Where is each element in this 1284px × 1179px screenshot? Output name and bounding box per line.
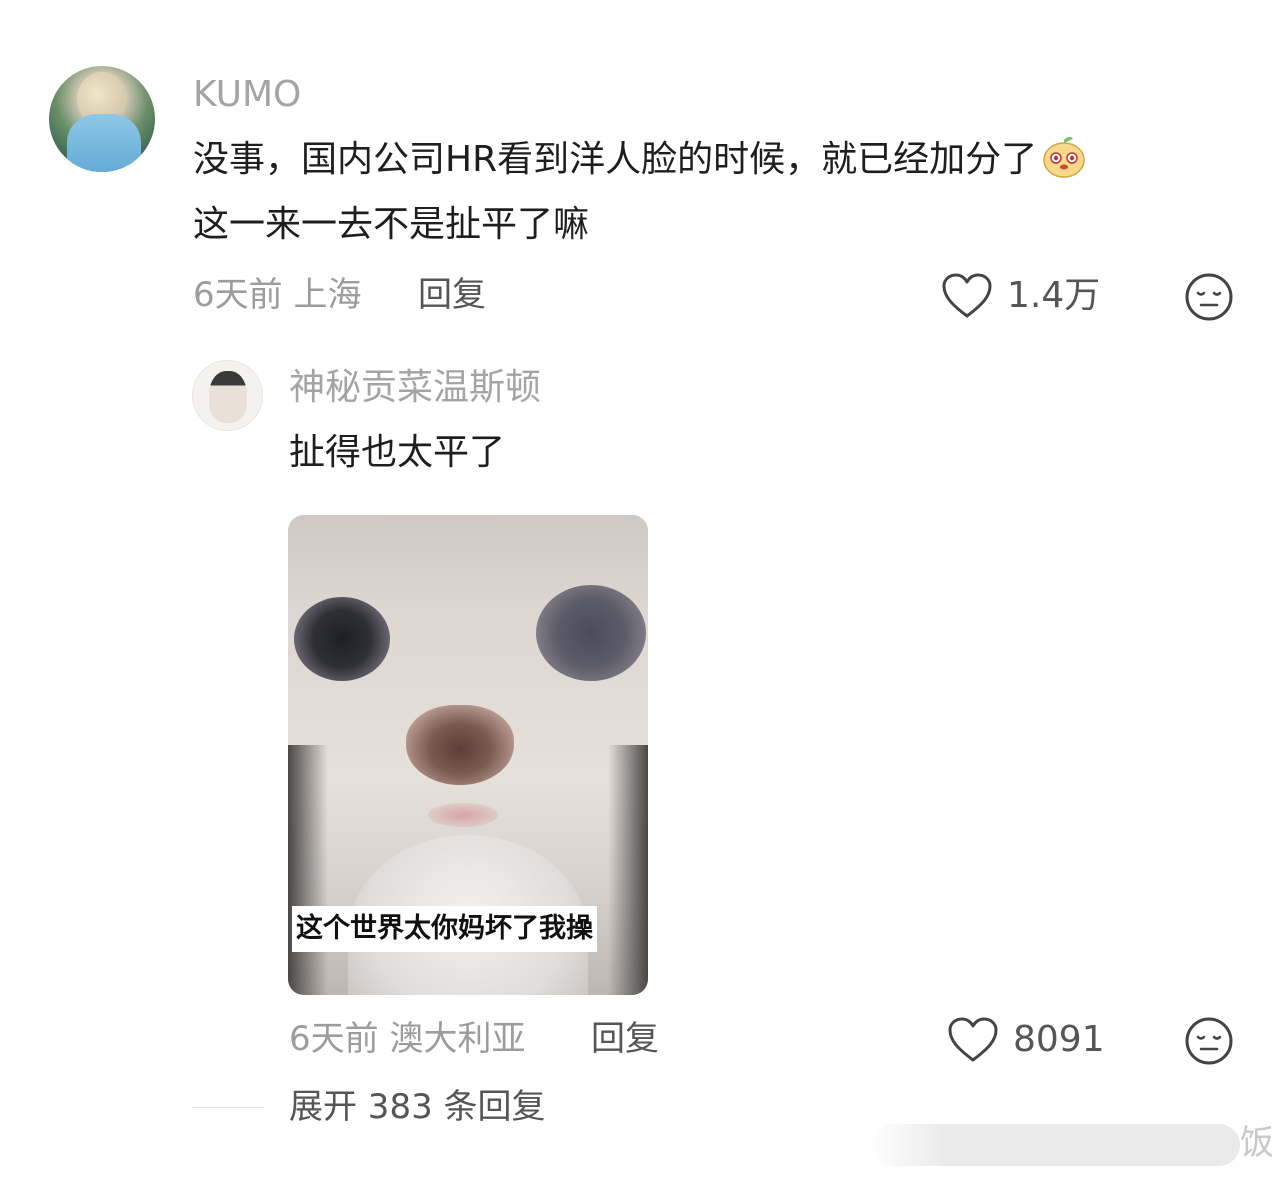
expand-replies-button[interactable]: 展开 383 条回复 — [289, 1090, 546, 1124]
comment-reply-button[interactable]: 回复 — [418, 278, 486, 312]
heart-icon — [947, 1016, 999, 1064]
reply-time-location: 6天前 澳大利亚 — [289, 1019, 526, 1059]
dislike-face-icon[interactable] — [1184, 272, 1234, 322]
watermark-bar — [870, 1124, 1240, 1166]
comment-username[interactable]: KUMO — [193, 77, 301, 113]
meme-caption: 这个世界太你妈坏了我操 — [292, 906, 597, 952]
user-avatar[interactable] — [49, 66, 155, 172]
reply-like-button[interactable]: 8091 — [947, 1016, 1105, 1064]
reply-text: 扯得也太平了 — [289, 432, 506, 473]
reply-meme-image[interactable]: 这个世界太你妈坏了我操 — [288, 515, 648, 995]
comment-like-count: 1.4万 — [1007, 275, 1101, 316]
comment-text: 没事，国内公司HR看到洋人脸的时候，就已经加分了 — [193, 139, 1038, 180]
reply-username[interactable]: 神秘贡菜温斯顿 — [289, 370, 541, 406]
comment-like-button[interactable]: 1.4万 — [941, 272, 1100, 320]
dislike-face-icon[interactable] — [1184, 1016, 1234, 1066]
reply-like-count: 8091 — [1013, 1019, 1105, 1060]
reply-user-avatar[interactable] — [192, 360, 263, 431]
comment-text-line-1: 没事，国内公司HR看到洋人脸的时候，就已经加分了 — [193, 128, 1087, 192]
comment-time-location: 6天前 上海 — [193, 275, 362, 315]
reply-reply-button[interactable]: 回复 — [591, 1022, 659, 1056]
watermark-text: 饭 — [1240, 1123, 1274, 1163]
comment-text-line-2: 这一来一去不是扯平了嘛 — [193, 204, 590, 245]
expand-divider — [192, 1107, 264, 1108]
heart-icon — [941, 272, 993, 320]
comment-thread: KUMO 没事，国内公司HR看到洋人脸的时候，就已经加分了 这一来一去不是扯平了… — [0, 0, 1284, 1179]
cute-face-emoji-icon — [1041, 134, 1087, 180]
